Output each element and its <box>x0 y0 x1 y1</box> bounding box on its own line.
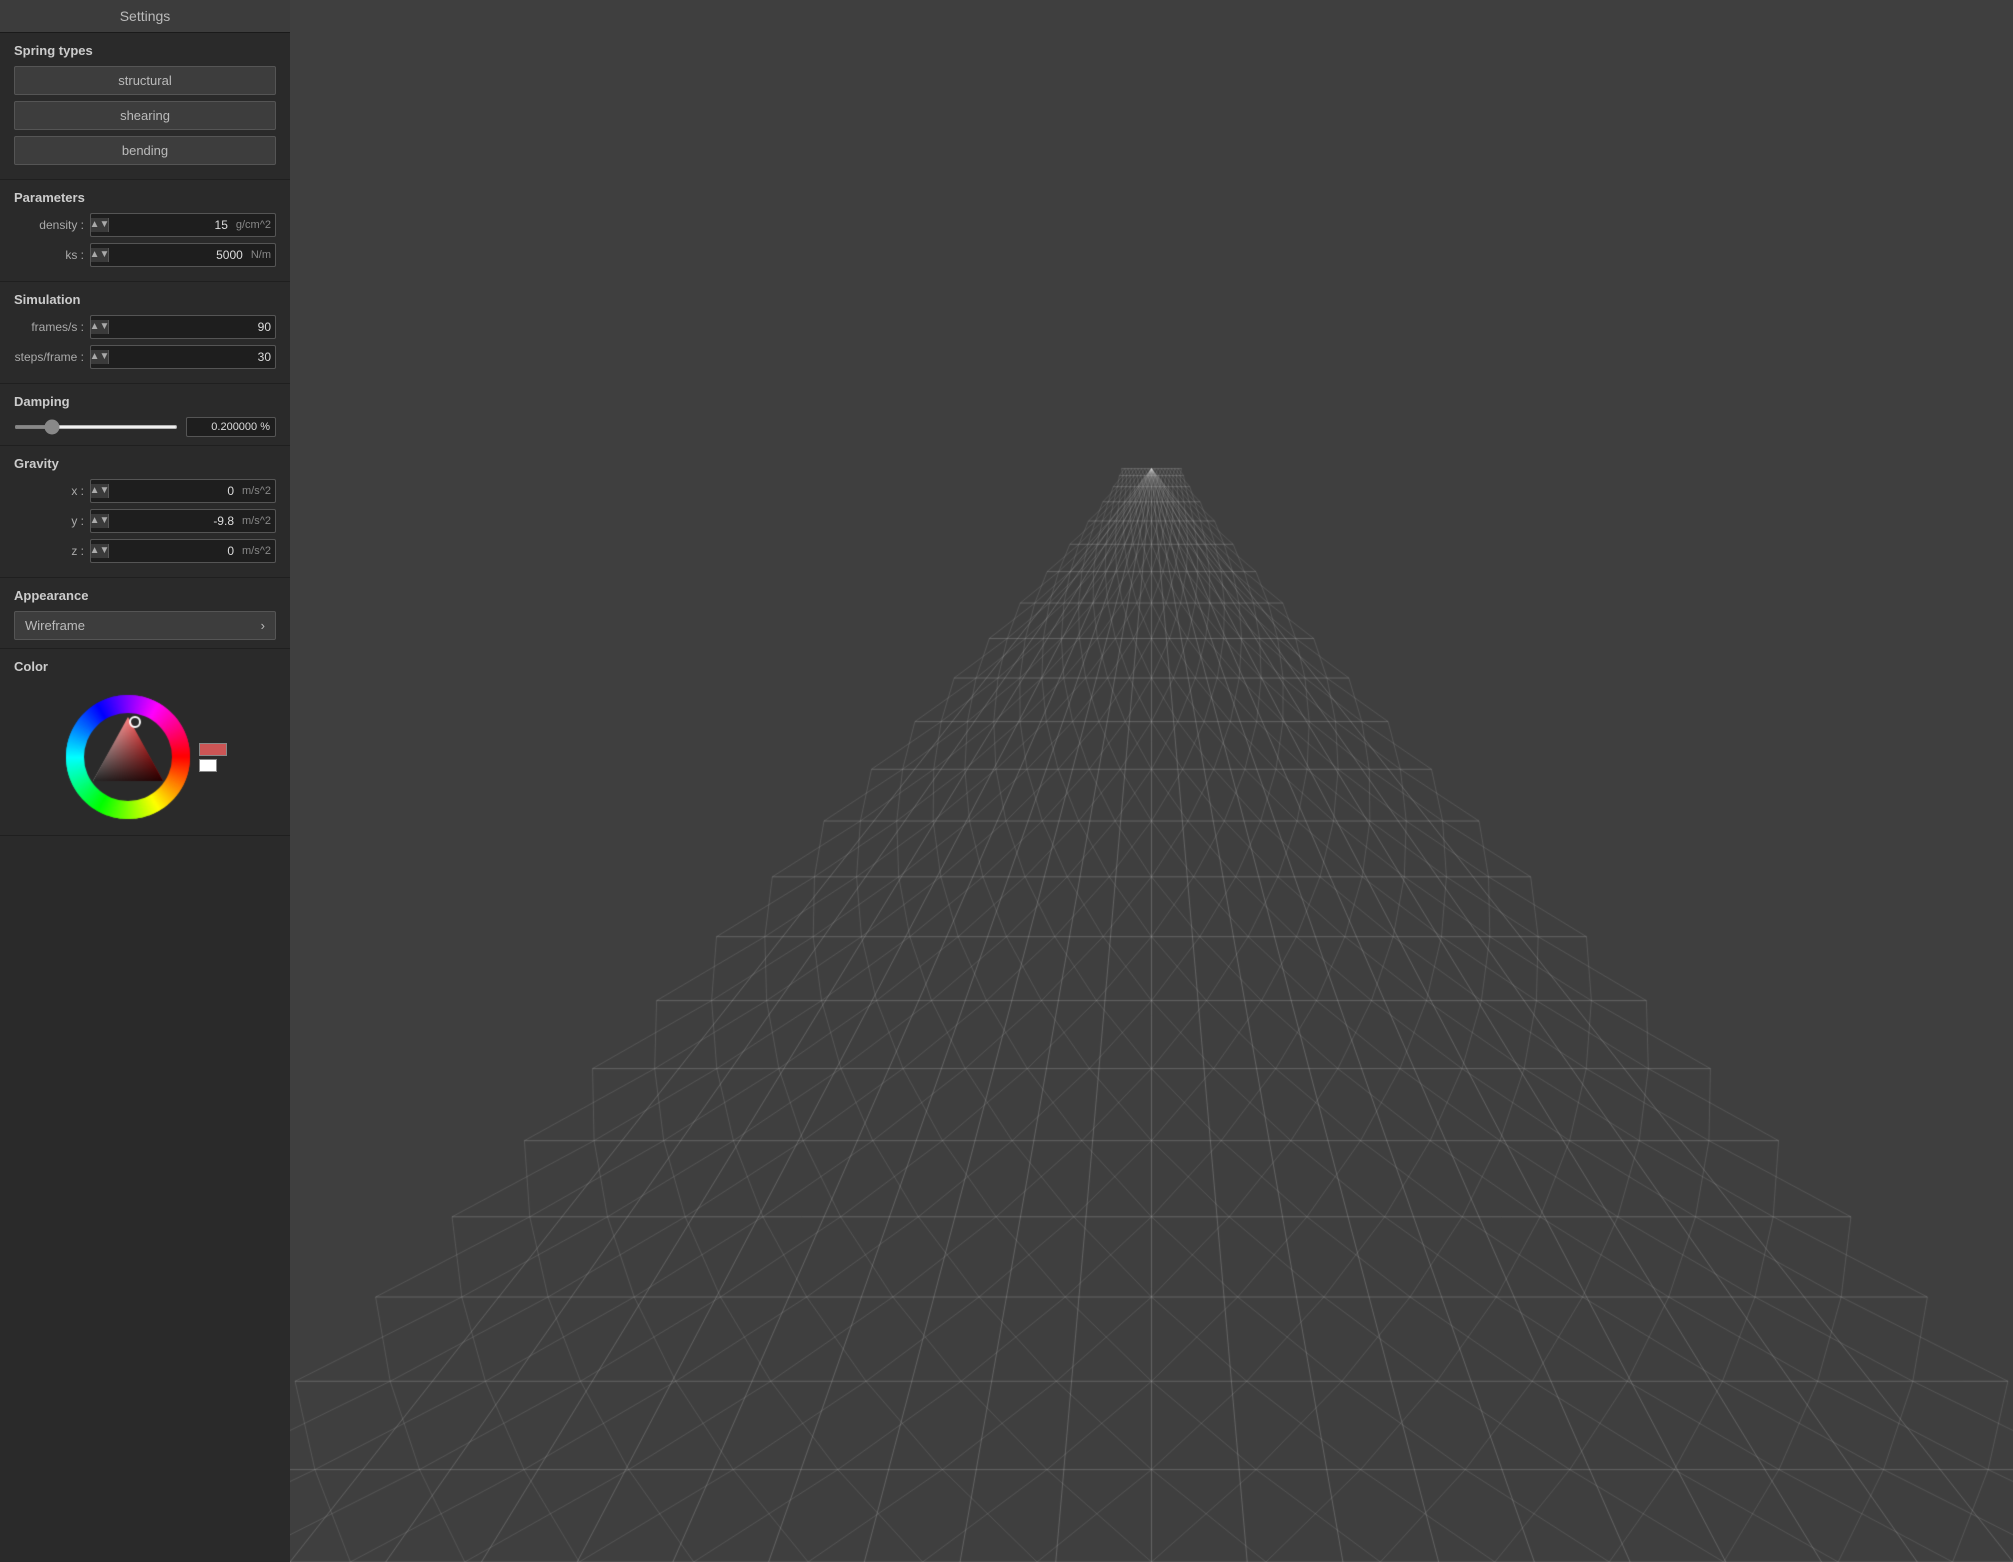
gravity-x-input[interactable] <box>109 480 238 502</box>
density-label: density : <box>14 218 84 232</box>
spring-types-section: Spring types structural shearing bending <box>0 33 290 180</box>
shearing-button[interactable]: shearing <box>14 101 276 130</box>
chevron-right-icon: › <box>261 618 265 633</box>
color-swatch-red[interactable] <box>199 743 227 756</box>
density-unit: g/cm^2 <box>232 219 275 231</box>
ks-label: ks : <box>14 248 84 262</box>
damping-row: 0.200000 % <box>14 417 276 437</box>
appearance-label: Appearance <box>14 588 276 603</box>
density-spinner[interactable]: ▲▼ <box>91 218 109 232</box>
sidebar: Settings Spring types structural shearin… <box>0 0 290 1562</box>
color-section: Color <box>0 649 290 836</box>
gravity-y-input-wrap: ▲▼ m/s^2 <box>90 509 276 533</box>
wireframe-label: Wireframe <box>25 618 85 633</box>
parameters-label: Parameters <box>14 190 276 205</box>
gravity-x-input-wrap: ▲▼ m/s^2 <box>90 479 276 503</box>
steps-frame-input[interactable] <box>109 346 275 368</box>
wireframe-button[interactable]: Wireframe › <box>14 611 276 640</box>
damping-label: Damping <box>14 394 276 409</box>
color-swatch-white[interactable] <box>199 759 217 772</box>
spring-types-label: Spring types <box>14 43 276 58</box>
appearance-section: Appearance Wireframe › <box>0 578 290 649</box>
simulation-section: Simulation frames/s : ▲▼ steps/frame : ▲… <box>0 282 290 384</box>
gravity-z-input-wrap: ▲▼ m/s^2 <box>90 539 276 563</box>
damping-value: 0.200000 % <box>186 417 276 437</box>
gravity-section: Gravity x : ▲▼ m/s^2 y : ▲▼ m/s^2 <box>0 446 290 578</box>
gravity-x-label: x : <box>14 484 84 498</box>
gravity-label: Gravity <box>14 456 276 471</box>
gravity-x-unit: m/s^2 <box>238 485 275 497</box>
ks-row: ks : ▲▼ N/m <box>14 243 276 267</box>
damping-slider[interactable] <box>14 425 178 429</box>
ks-spinner[interactable]: ▲▼ <box>91 248 109 262</box>
frames-s-label: frames/s : <box>14 320 84 334</box>
steps-frame-input-wrap: ▲▼ <box>90 345 276 369</box>
gravity-x-row: x : ▲▼ m/s^2 <box>14 479 276 503</box>
gravity-y-label: y : <box>14 514 84 528</box>
steps-frame-label: steps/frame : <box>14 350 84 364</box>
grid-canvas <box>290 0 2013 1562</box>
3d-viewport[interactable] <box>290 0 2013 1562</box>
sidebar-title: Settings <box>0 0 290 33</box>
color-label: Color <box>14 659 276 674</box>
gravity-y-row: y : ▲▼ m/s^2 <box>14 509 276 533</box>
gravity-y-input[interactable] <box>109 510 238 532</box>
ks-input-wrap: ▲▼ N/m <box>90 243 276 267</box>
gravity-z-row: z : ▲▼ m/s^2 <box>14 539 276 563</box>
damping-section: Damping 0.200000 % <box>0 384 290 446</box>
frames-s-input[interactable] <box>109 316 275 338</box>
frames-s-input-wrap: ▲▼ <box>90 315 276 339</box>
density-input[interactable] <box>109 214 232 236</box>
simulation-label: Simulation <box>14 292 276 307</box>
gravity-z-label: z : <box>14 544 84 558</box>
steps-frame-row: steps/frame : ▲▼ <box>14 345 276 369</box>
ks-input[interactable] <box>109 244 247 266</box>
frames-s-row: frames/s : ▲▼ <box>14 315 276 339</box>
color-wheel-container[interactable] <box>14 682 276 827</box>
parameters-section: Parameters density : ▲▼ g/cm^2 ks : ▲▼ N… <box>0 180 290 282</box>
ks-unit: N/m <box>247 249 275 261</box>
gravity-y-spinner[interactable]: ▲▼ <box>91 514 109 528</box>
gravity-x-spinner[interactable]: ▲▼ <box>91 484 109 498</box>
steps-frame-spinner[interactable]: ▲▼ <box>91 350 109 364</box>
density-row: density : ▲▼ g/cm^2 <box>14 213 276 237</box>
frames-s-spinner[interactable]: ▲▼ <box>91 320 109 334</box>
gravity-y-unit: m/s^2 <box>238 515 275 527</box>
color-wheel-svg[interactable] <box>63 692 193 822</box>
structural-button[interactable]: structural <box>14 66 276 95</box>
density-input-wrap: ▲▼ g/cm^2 <box>90 213 276 237</box>
bending-button[interactable]: bending <box>14 136 276 165</box>
gravity-z-input[interactable] <box>109 540 238 562</box>
gravity-z-spinner[interactable]: ▲▼ <box>91 544 109 558</box>
gravity-z-unit: m/s^2 <box>238 545 275 557</box>
